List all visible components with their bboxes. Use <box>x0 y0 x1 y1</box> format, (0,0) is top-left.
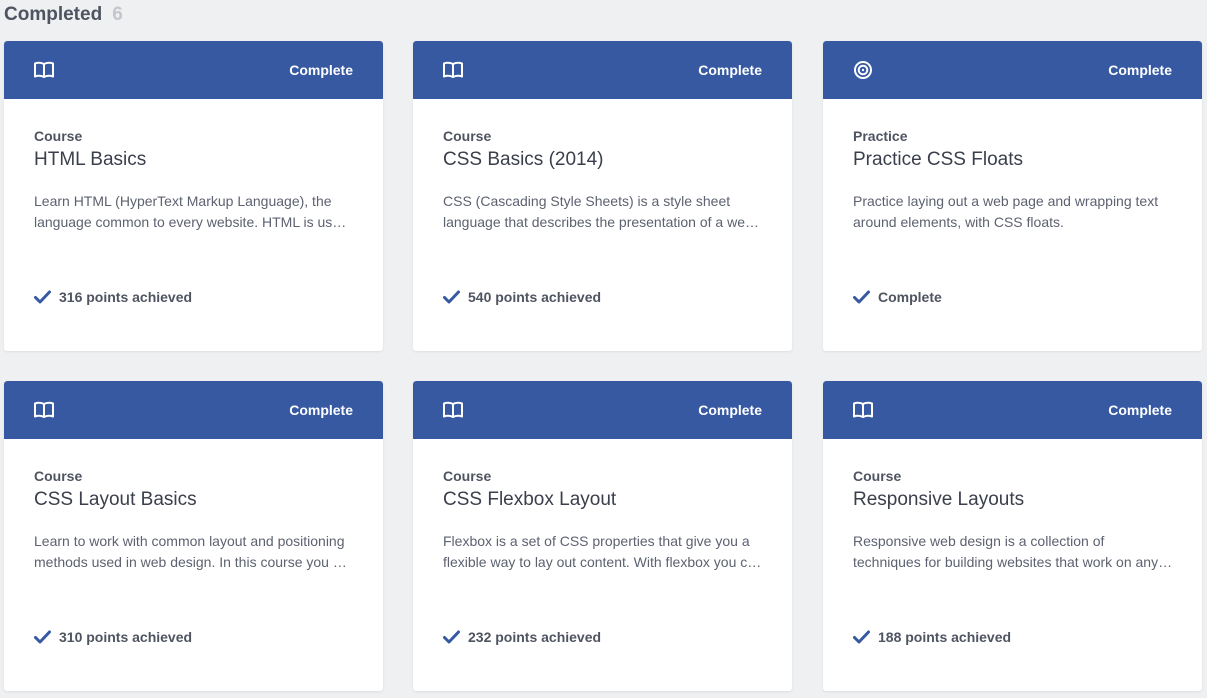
card-status: Complete <box>289 62 353 78</box>
card-points: Complete <box>878 289 942 305</box>
card-title[interactable]: CSS Basics (2014) <box>443 149 604 171</box>
card-type: Course <box>34 128 83 144</box>
card-description: Learn to work with common layout and pos… <box>34 533 353 570</box>
course-card[interactable]: Complete Course CSS Flexbox Layout Flexb… <box>413 381 792 691</box>
book-icon <box>442 399 464 421</box>
book-icon <box>33 399 55 421</box>
card-header: Complete <box>823 41 1202 99</box>
card-description: CSS (Cascading Style Sheets) is a style … <box>443 193 753 230</box>
card-type: Course <box>443 128 492 144</box>
card-header: Complete <box>413 41 792 99</box>
section-header: Completed 6 <box>4 4 123 26</box>
card-points: 232 points achieved <box>468 629 602 645</box>
card-footer: 232 points achieved <box>443 629 601 645</box>
card-title[interactable]: Practice CSS Floats <box>853 149 1023 171</box>
section-title: Completed <box>4 4 103 25</box>
card-header: Complete <box>4 41 383 99</box>
card-header: Complete <box>413 381 792 439</box>
card-description: Learn HTML (HyperText Markup Language), … <box>34 193 348 230</box>
card-status: Complete <box>1108 62 1172 78</box>
card-points: 188 points achieved <box>878 629 1012 645</box>
card-description: Flexbox is a set of CSS properties that … <box>443 533 763 570</box>
card-type: Course <box>853 468 902 484</box>
card-title[interactable]: HTML Basics <box>34 149 146 171</box>
card-points: 310 points achieved <box>59 629 193 645</box>
check-icon <box>443 630 460 645</box>
card-status: Complete <box>698 62 762 78</box>
card-type: Course <box>34 468 83 484</box>
card-header: Complete <box>4 381 383 439</box>
card-points: 540 points achieved <box>468 289 602 305</box>
card-title[interactable]: CSS Layout Basics <box>34 489 197 511</box>
course-card[interactable]: Complete Course HTML Basics Learn HTML (… <box>4 41 383 351</box>
course-card[interactable]: Complete Course CSS Layout Basics Learn … <box>4 381 383 691</box>
card-description: Responsive web design is a collection of… <box>853 533 1159 570</box>
check-icon <box>34 290 51 305</box>
card-type: Practice <box>853 128 908 144</box>
card-footer: 316 points achieved <box>34 289 192 305</box>
card-type: Course <box>443 468 492 484</box>
course-card[interactable]: Complete Course Responsive Layouts Respo… <box>823 381 1202 691</box>
card-points: 316 points achieved <box>59 289 193 305</box>
practice-card[interactable]: Complete Practice Practice CSS Floats Pr… <box>823 41 1202 351</box>
book-icon <box>33 59 55 81</box>
check-icon <box>853 290 870 305</box>
card-status: Complete <box>289 402 353 418</box>
book-icon <box>442 59 464 81</box>
book-icon <box>852 399 874 421</box>
card-footer: 310 points achieved <box>34 629 192 645</box>
section-count: 6 <box>112 4 123 25</box>
check-icon <box>34 630 51 645</box>
course-card[interactable]: Complete Course CSS Basics (2014) CSS (C… <box>413 41 792 351</box>
card-footer: 540 points achieved <box>443 289 601 305</box>
card-status: Complete <box>1108 402 1172 418</box>
card-footer: 188 points achieved <box>853 629 1011 645</box>
target-icon <box>852 59 874 81</box>
card-title[interactable]: CSS Flexbox Layout <box>443 489 616 511</box>
card-footer: Complete <box>853 289 942 305</box>
card-status: Complete <box>698 402 762 418</box>
card-header: Complete <box>823 381 1202 439</box>
card-description: Practice laying out a web page and wrapp… <box>853 193 1159 230</box>
check-icon <box>853 630 870 645</box>
check-icon <box>443 290 460 305</box>
card-title[interactable]: Responsive Layouts <box>853 489 1024 511</box>
